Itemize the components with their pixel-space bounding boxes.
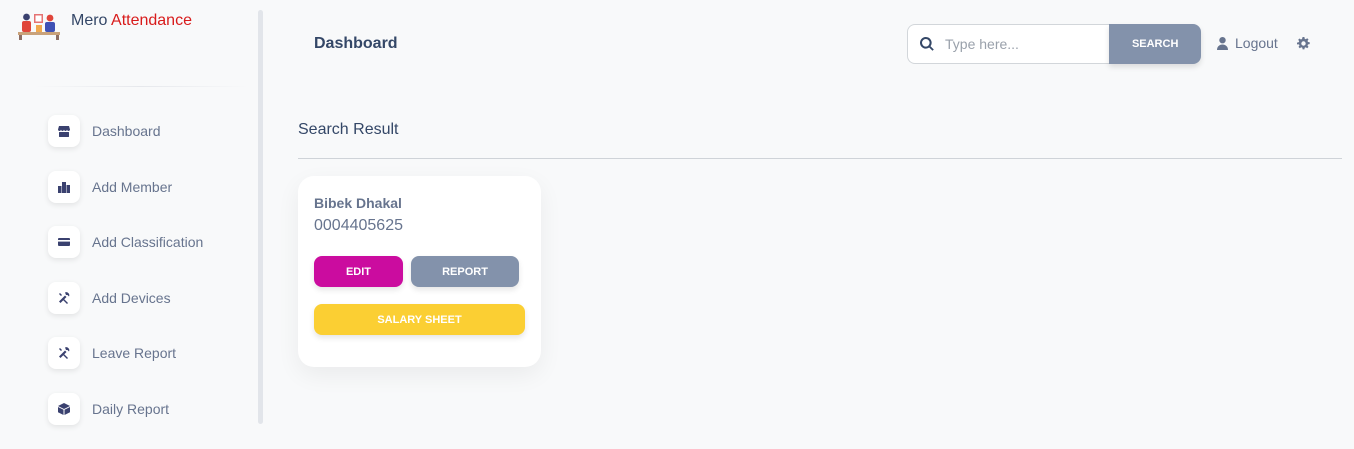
sidebar-scrollbar[interactable]	[258, 10, 263, 424]
brand-name-part1: Mero	[71, 12, 108, 29]
sidebar-item-dashboard[interactable]: Dashboard	[48, 115, 203, 147]
edit-button[interactable]: EDIT	[314, 256, 403, 287]
brand-name-part2: Attendance	[111, 12, 192, 29]
section-divider	[298, 158, 1342, 159]
search-form: SEARCH	[907, 24, 1201, 64]
result-card: Bibek Dhakal 0004405625 EDIT REPORT SALA…	[298, 176, 541, 367]
search-field	[907, 24, 1110, 64]
sidebar-item-label: Add Member	[92, 178, 173, 195]
sidebar-item-label: Add Devices	[92, 289, 171, 306]
user-icon	[1217, 36, 1228, 50]
settings-button[interactable]	[1297, 37, 1310, 50]
sidebar-item-label: Daily Report	[92, 400, 170, 417]
sidebar-item-add-classification[interactable]: Add Classification	[48, 226, 204, 259]
sidebar-nav: Dashboard Add Member Add Classification …	[48, 115, 203, 449]
sidebar-item-add-member[interactable]: Add Member	[48, 170, 203, 203]
search-button[interactable]: SEARCH	[1109, 24, 1201, 64]
member-name: Bibek Dhakal	[314, 195, 402, 211]
search-input[interactable]	[945, 36, 1105, 52]
sidebar-item-add-devices[interactable]: Add Devices	[48, 281, 203, 314]
logout-link[interactable]: Logout	[1217, 35, 1278, 51]
logout-label: Logout	[1235, 35, 1278, 51]
sidebar-item-daily-report[interactable]: Daily Report	[48, 392, 203, 425]
brand-logo	[16, 8, 62, 40]
salary-sheet-button[interactable]: SALARY SHEET	[314, 304, 525, 335]
box-icon	[48, 392, 80, 425]
tools-icon	[48, 281, 80, 314]
sidebar-item-label: Add Classification	[92, 234, 204, 251]
search-icon	[920, 37, 934, 51]
report-button[interactable]: REPORT	[411, 256, 519, 287]
brand[interactable]: Mero Attendance	[16, 8, 192, 40]
tools-icon	[48, 337, 80, 370]
sidebar-divider	[34, 86, 248, 87]
sidebar: Mero Attendance Dashboard Add Member Add…	[0, 0, 258, 425]
page-title: Dashboard	[314, 35, 398, 52]
sidebar-item-label: Leave Report	[92, 345, 177, 362]
sidebar-item-leave-report[interactable]: Leave Report	[48, 337, 203, 370]
credit-card-icon	[48, 226, 80, 259]
brand-name: Mero Attendance	[71, 12, 192, 30]
sidebar-item-label: Dashboard	[92, 123, 161, 139]
shop-icon	[48, 115, 80, 147]
section-title: Search Result	[298, 121, 399, 138]
member-id: 0004405625	[314, 217, 403, 234]
office-icon	[48, 170, 80, 203]
gear-icon	[1297, 37, 1310, 50]
